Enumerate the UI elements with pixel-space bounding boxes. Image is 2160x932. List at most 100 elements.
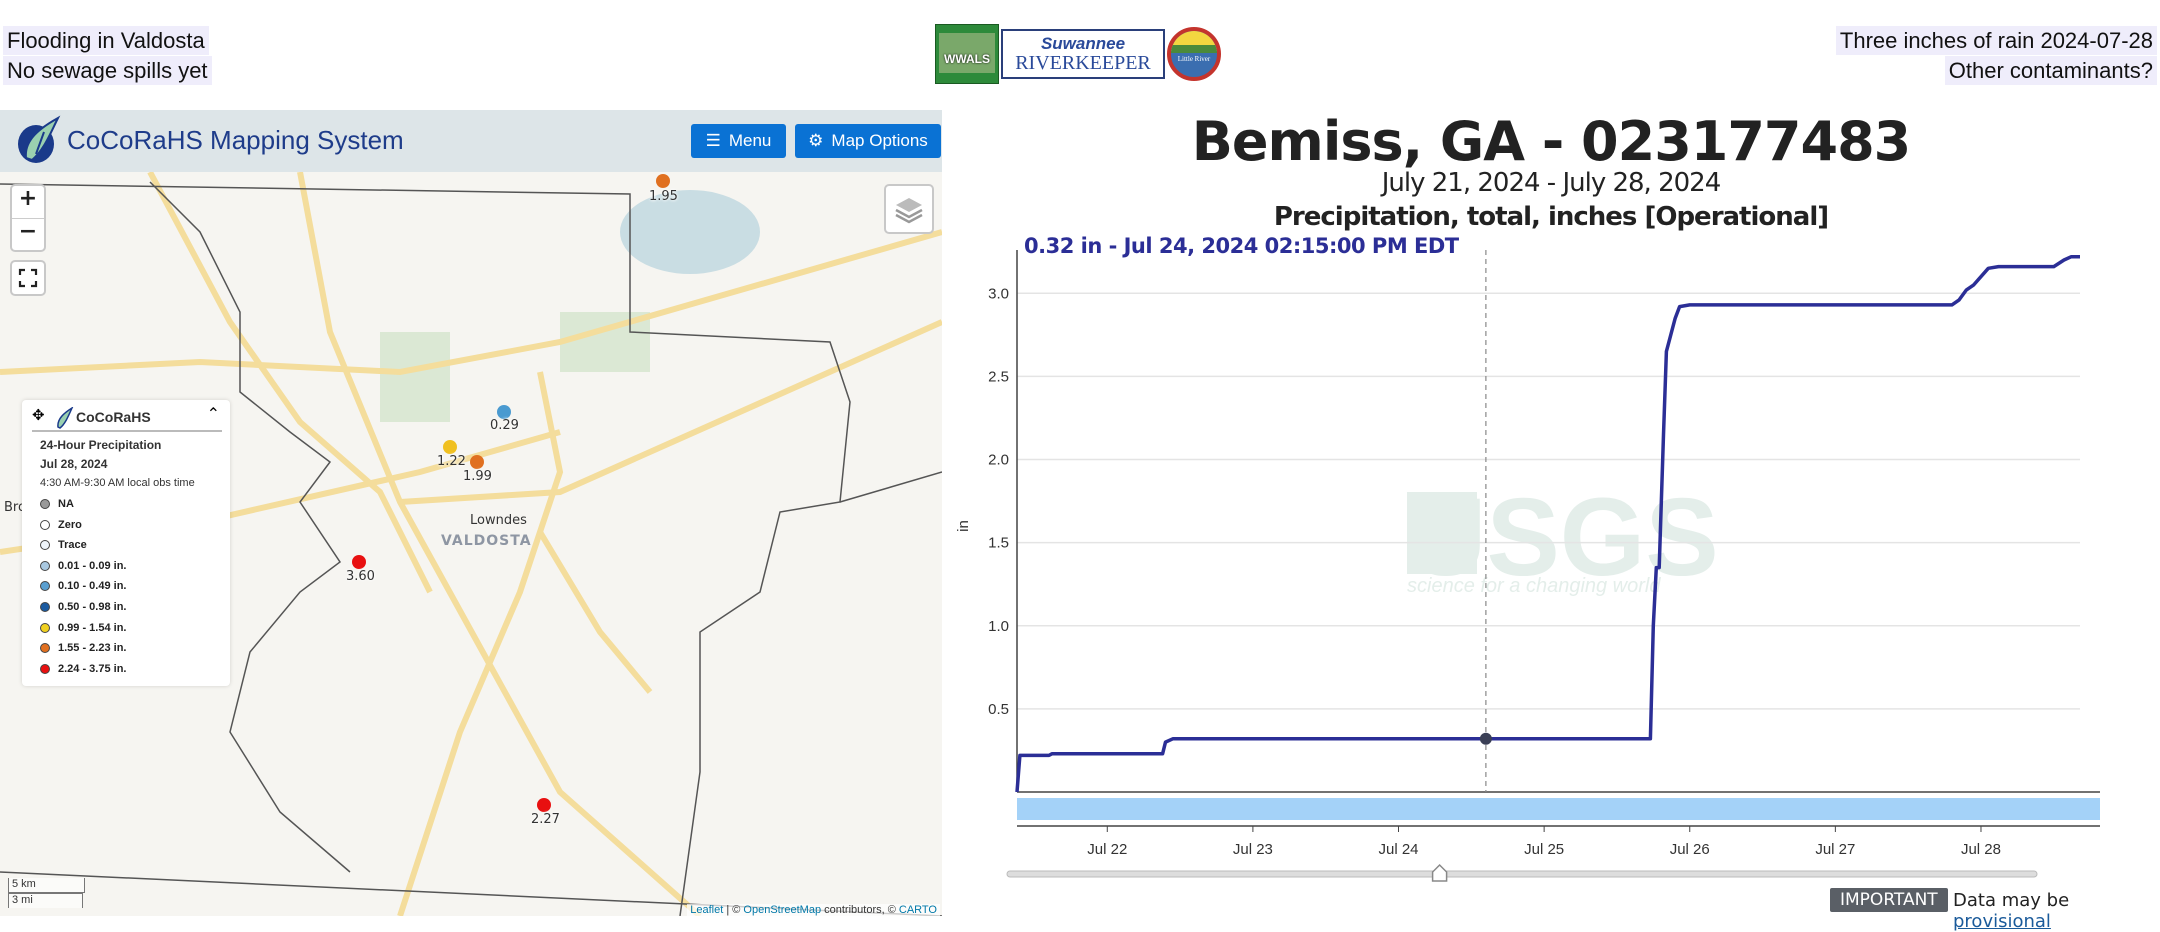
caption-flooding: Flooding in Valdosta bbox=[3, 26, 209, 55]
legend-item-label: 0.01 - 0.09 in. bbox=[58, 559, 127, 572]
time-slider-track[interactable] bbox=[1006, 870, 2038, 878]
logo-strip: WWALS Suwannee RIVERKEEPER Little River bbox=[935, 24, 1221, 84]
chart-title: Bemiss, GA - 023177483 bbox=[1191, 110, 1911, 173]
chart-panel: USGS science for a changing world 0.5 1.0 1.… bbox=[942, 110, 2160, 932]
x-tick-label: Jul 26 bbox=[1670, 841, 1710, 858]
caption-sewage: No sewage spills yet bbox=[3, 56, 212, 85]
y-tick-label: 2.0 bbox=[988, 452, 1009, 469]
station-marker[interactable] bbox=[656, 174, 670, 188]
time-slider-handle[interactable] bbox=[1431, 863, 1448, 882]
legend-swatch-icon bbox=[40, 560, 50, 571]
map-header: CoCoRaHS Mapping System ☰ Menu ⚙ Map Opt… bbox=[0, 110, 942, 172]
layers-icon bbox=[895, 198, 923, 224]
station-marker[interactable] bbox=[470, 455, 484, 469]
x-tick-label: Jul 28 bbox=[1961, 841, 2001, 858]
caption-contaminants: Other contaminants? bbox=[1944, 56, 2157, 85]
x-tick-label: Jul 24 bbox=[1378, 841, 1418, 858]
scale-bar-mi: 3 mi bbox=[8, 893, 83, 908]
legend-obs-time: 4:30 AM-9:30 AM local obs time bbox=[40, 477, 195, 489]
highlight-point[interactable] bbox=[1479, 732, 1492, 745]
provisional-link[interactable]: provisional bbox=[1953, 911, 2051, 932]
zoom-out-button[interactable]: − bbox=[12, 219, 44, 251]
navigator-band[interactable] bbox=[1017, 798, 2100, 820]
y-tick-label: 1.5 bbox=[988, 535, 1009, 552]
legend-item: 0.99 - 1.54 in. bbox=[40, 620, 126, 636]
legend-item-label: Zero bbox=[58, 518, 82, 531]
legend-item: NA bbox=[40, 496, 74, 512]
legend-item-label: 0.50 - 0.98 in. bbox=[58, 601, 127, 613]
map-attribution: Leaflet | © OpenStreetMap contributors, … bbox=[687, 904, 940, 916]
x-tick-label: Jul 23 bbox=[1233, 841, 1273, 858]
legend-swatch-icon bbox=[40, 643, 50, 654]
station-marker[interactable] bbox=[497, 405, 511, 419]
cocorahs-logo-small bbox=[57, 407, 74, 429]
legend-item: Zero bbox=[40, 517, 82, 533]
hamburger-icon: ☰ bbox=[705, 131, 721, 150]
legend-item-label: 0.10 - 0.49 in. bbox=[58, 580, 127, 593]
x-tick-label: Jul 27 bbox=[1815, 841, 1855, 858]
station-marker[interactable] bbox=[352, 555, 366, 569]
station-value: 0.29 bbox=[490, 418, 519, 433]
precip-legend: ✥ CoCoRaHS ⌃ 24-Hour Precipitation Jul 2… bbox=[22, 400, 230, 686]
legend-item: 0.01 - 0.09 in. bbox=[40, 558, 126, 574]
important-badge: IMPORTANT bbox=[1830, 888, 1948, 912]
carto-link[interactable]: CARTO bbox=[899, 904, 937, 916]
y-tick-label: 1.0 bbox=[988, 618, 1009, 635]
map-canvas[interactable]: Lowndes VALDOSTA Bro 1.95 0.29 1.22 1.99… bbox=[0, 172, 942, 916]
legend-item: Trace bbox=[40, 537, 87, 553]
leaflet-link[interactable]: Leaflet bbox=[690, 904, 723, 916]
x-tick-label: Jul 22 bbox=[1087, 841, 1127, 858]
y-tick-label: 3.0 bbox=[988, 285, 1009, 302]
station-value: 1.99 bbox=[463, 469, 492, 484]
station-value: 3.60 bbox=[346, 569, 375, 584]
legend-item: 0.10 - 0.49 in. bbox=[40, 578, 126, 594]
legend-item: 0.50 - 0.98 in. bbox=[40, 599, 126, 615]
legend-swatch-icon bbox=[40, 540, 50, 551]
zoom-in-button[interactable]: + bbox=[12, 186, 44, 219]
station-value: 1.95 bbox=[649, 189, 678, 204]
place-label-valdosta: VALDOSTA bbox=[441, 533, 532, 549]
fullscreen-button[interactable] bbox=[10, 260, 46, 296]
scale-bar-km: 5 km bbox=[8, 878, 85, 893]
place-label-lowndes: Lowndes bbox=[470, 513, 527, 528]
layers-button[interactable] bbox=[884, 184, 934, 234]
collapse-chevron-icon[interactable]: ⌃ bbox=[207, 404, 220, 424]
station-value: 2.27 bbox=[531, 812, 560, 827]
legend-swatch-icon bbox=[40, 602, 50, 612]
legend-swatch-icon bbox=[40, 499, 50, 509]
little-river-logo: Little River bbox=[1167, 27, 1221, 81]
legend-title: CoCoRaHS bbox=[76, 409, 151, 425]
gear-icon: ⚙ bbox=[808, 131, 824, 150]
legend-item-label: 1.55 - 2.23 in. bbox=[58, 642, 127, 655]
move-icon[interactable]: ✥ bbox=[32, 406, 45, 424]
legend-item-label: 2.24 - 3.75 in. bbox=[58, 662, 127, 675]
chart-parameter: Precipitation, total, inches [Operationa… bbox=[1273, 202, 1829, 232]
menu-button[interactable]: ☰ Menu bbox=[691, 124, 786, 158]
station-marker[interactable] bbox=[537, 798, 551, 812]
legend-swatch-icon bbox=[40, 663, 50, 674]
station-marker[interactable] bbox=[443, 440, 457, 454]
chart-tooltip: 0.32 in - Jul 24, 2024 02:15:00 PM EDT bbox=[1024, 234, 1459, 258]
provisional-notice: Data may be provisional bbox=[1953, 890, 2070, 932]
map-options-button[interactable]: ⚙ Map Options bbox=[795, 124, 941, 158]
chart-date-range: July 21, 2024 - July 28, 2024 bbox=[1381, 168, 1722, 198]
legend-item-label: NA bbox=[58, 498, 74, 510]
legend-subtitle: 24-Hour Precipitation bbox=[40, 438, 162, 452]
legend-item-label: 0.99 - 1.54 in. bbox=[58, 621, 127, 634]
usgs-watermark-icon bbox=[1407, 492, 1477, 574]
legend-swatch-icon bbox=[40, 581, 50, 592]
park-area bbox=[380, 332, 450, 422]
legend-swatch-icon bbox=[40, 622, 50, 633]
cocorahs-logo bbox=[18, 115, 61, 163]
usgs-watermark-tagline: science for a changing world bbox=[1407, 575, 1661, 597]
x-tick-label: Jul 25 bbox=[1524, 841, 1564, 858]
y-axis-label: in bbox=[955, 520, 972, 532]
osm-link[interactable]: OpenStreetMap bbox=[743, 904, 821, 916]
legend-header: ✥ CoCoRaHS ⌃ bbox=[32, 406, 222, 432]
y-tick-label: 0.5 bbox=[988, 701, 1009, 718]
lake bbox=[620, 190, 760, 274]
legend-item-label: Trace bbox=[58, 539, 87, 552]
legend-item: 1.55 - 2.23 in. bbox=[40, 640, 126, 656]
fullscreen-icon bbox=[18, 268, 38, 288]
y-tick-label: 2.5 bbox=[988, 368, 1009, 385]
